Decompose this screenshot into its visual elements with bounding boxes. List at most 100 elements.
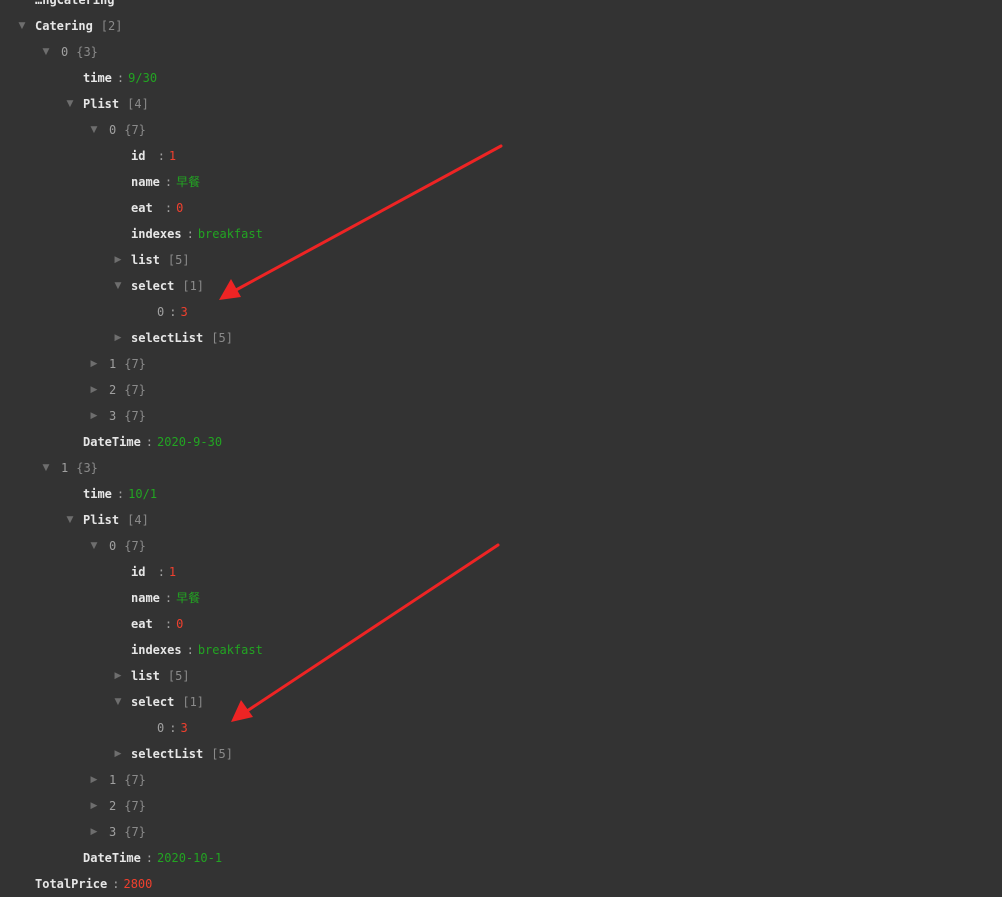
caret-right-icon[interactable]: ▶ bbox=[87, 793, 101, 819]
tree-row: TotalPrice:2800 bbox=[15, 871, 152, 897]
child-count: {7} bbox=[124, 357, 146, 371]
caret-down-icon[interactable]: ▼ bbox=[111, 689, 125, 715]
caret-right-icon[interactable]: ▶ bbox=[111, 325, 125, 351]
caret-down-icon[interactable]: ▼ bbox=[111, 273, 125, 299]
tree-key: DateTime bbox=[83, 435, 141, 449]
key-value-separator: : bbox=[186, 227, 194, 241]
tree-row[interactable]: ▼ 0 {3} bbox=[39, 39, 98, 65]
tree-row: name: 早餐 bbox=[111, 169, 200, 195]
tree-row[interactable]: ▼ 1 {3} bbox=[39, 455, 98, 481]
tree-key: selectList bbox=[131, 747, 204, 761]
key-value-separator: : bbox=[112, 877, 120, 891]
string-value: 10/1 bbox=[128, 487, 158, 501]
caret-down-icon[interactable]: ▼ bbox=[63, 91, 77, 117]
tree-row[interactable]: ▶ selectList [5] bbox=[111, 325, 233, 351]
string-value: 早餐 bbox=[176, 175, 201, 189]
tree-key: 1 bbox=[109, 773, 117, 787]
string-value: 2020-9-30 bbox=[157, 435, 223, 449]
tree-row[interactable]: ▼ select [1] bbox=[111, 273, 205, 299]
key-value-separator: : bbox=[164, 175, 173, 189]
caret-down-icon[interactable]: ▼ bbox=[63, 507, 77, 533]
key-value-separator: : bbox=[157, 565, 165, 579]
caret-right-icon[interactable]: ▶ bbox=[111, 247, 125, 273]
key-value-separator: : bbox=[169, 721, 177, 735]
tree-row[interactable]: ▶ 3 {7} bbox=[87, 819, 146, 845]
child-count: {7} bbox=[124, 383, 146, 397]
tree-row[interactable]: ▼ 0 {7} bbox=[87, 117, 146, 143]
tree-row: indexes: breakfast bbox=[111, 221, 263, 247]
tree-row[interactable]: ▶ 2 {7} bbox=[87, 377, 146, 403]
child-count: [5] bbox=[167, 669, 190, 683]
tree-key: 1 bbox=[109, 357, 117, 371]
number-value: 1 bbox=[168, 565, 177, 579]
number-value: 2800 bbox=[123, 877, 153, 891]
tree-key: list bbox=[131, 669, 160, 683]
child-count: {7} bbox=[124, 773, 146, 787]
tree-row[interactable]: ▶ 1 {7} bbox=[87, 767, 146, 793]
tree-row[interactable]: ▶ list [5] bbox=[111, 247, 190, 273]
child-count: [1] bbox=[182, 279, 205, 293]
caret-right-icon[interactable]: ▶ bbox=[87, 819, 101, 845]
number-value: 0 bbox=[176, 201, 184, 215]
tree-row[interactable]: ▶ 1 {7} bbox=[87, 351, 146, 377]
key-value-separator: : bbox=[116, 71, 125, 85]
tree-key: time bbox=[83, 487, 112, 501]
tree-row: id :1 bbox=[111, 559, 176, 585]
tree-row[interactable]: ▶ selectList [5] bbox=[111, 741, 233, 767]
tree-row[interactable]: ▼ Plist [4] bbox=[63, 507, 149, 533]
key-value-separator: : bbox=[145, 851, 154, 865]
caret-down-icon[interactable]: ▼ bbox=[39, 39, 53, 65]
child-count: {7} bbox=[124, 799, 146, 813]
child-count: {7} bbox=[124, 123, 146, 137]
caret-right-icon[interactable]: ▶ bbox=[87, 351, 101, 377]
tree-key: indexes bbox=[131, 643, 182, 657]
tree-row: time:9/30 bbox=[63, 65, 157, 91]
child-count: {7} bbox=[124, 825, 146, 839]
tree-row: name: 早餐 bbox=[111, 585, 200, 611]
tree-key: 1 bbox=[61, 461, 69, 475]
string-value: 早餐 bbox=[176, 591, 201, 605]
string-value: 9/30 bbox=[128, 71, 158, 85]
tree-row[interactable]: ▼ 0 {7} bbox=[87, 533, 146, 559]
tree-row: …ngCatering bbox=[15, 0, 114, 13]
tree-key: Plist bbox=[83, 513, 120, 527]
tree-row[interactable]: ▶ 2 {7} bbox=[87, 793, 146, 819]
caret-right-icon[interactable]: ▶ bbox=[87, 377, 101, 403]
tree-row: indexes: breakfast bbox=[111, 637, 263, 663]
number-value: 3 bbox=[180, 305, 188, 319]
caret-right-icon[interactable]: ▶ bbox=[111, 663, 125, 689]
tree-row[interactable]: ▼ Plist [4] bbox=[63, 91, 149, 117]
child-count: {3} bbox=[76, 461, 98, 475]
tree-key: 3 bbox=[109, 409, 117, 423]
caret-down-icon[interactable]: ▼ bbox=[15, 13, 29, 39]
caret-right-icon[interactable]: ▶ bbox=[111, 741, 125, 767]
tree-row[interactable]: ▼ Catering [2] bbox=[15, 13, 123, 39]
tree-row[interactable]: ▼ select [1] bbox=[111, 689, 205, 715]
tree-key: Catering bbox=[35, 19, 93, 33]
caret-right-icon[interactable]: ▶ bbox=[87, 767, 101, 793]
tree-key: 0 bbox=[61, 45, 69, 59]
string-value: breakfast bbox=[197, 227, 263, 241]
child-count: [1] bbox=[182, 695, 205, 709]
tree-row: time:10/1 bbox=[63, 481, 157, 507]
child-count: {7} bbox=[124, 409, 146, 423]
caret-down-icon[interactable]: ▼ bbox=[87, 533, 101, 559]
tree-key: select bbox=[131, 695, 175, 709]
child-count: [5] bbox=[211, 331, 233, 345]
tree-key: …ngCatering bbox=[35, 0, 115, 7]
tree-key: name bbox=[131, 175, 160, 189]
caret-right-icon[interactable]: ▶ bbox=[87, 403, 101, 429]
string-value: breakfast bbox=[197, 643, 263, 657]
caret-down-icon[interactable]: ▼ bbox=[39, 455, 53, 481]
tree-key: 2 bbox=[109, 799, 117, 813]
tree-row[interactable]: ▶ 3 {7} bbox=[87, 403, 146, 429]
tree-key: 0 bbox=[109, 539, 117, 553]
caret-down-icon[interactable]: ▼ bbox=[87, 117, 101, 143]
tree-key: 3 bbox=[109, 825, 117, 839]
tree-key: eat bbox=[131, 617, 160, 631]
tree-row[interactable]: ▶ list [5] bbox=[111, 663, 190, 689]
child-count: {3} bbox=[76, 45, 98, 59]
tree-key: 2 bbox=[109, 383, 117, 397]
tree-key: indexes bbox=[131, 227, 182, 241]
tree-key: list bbox=[131, 253, 160, 267]
